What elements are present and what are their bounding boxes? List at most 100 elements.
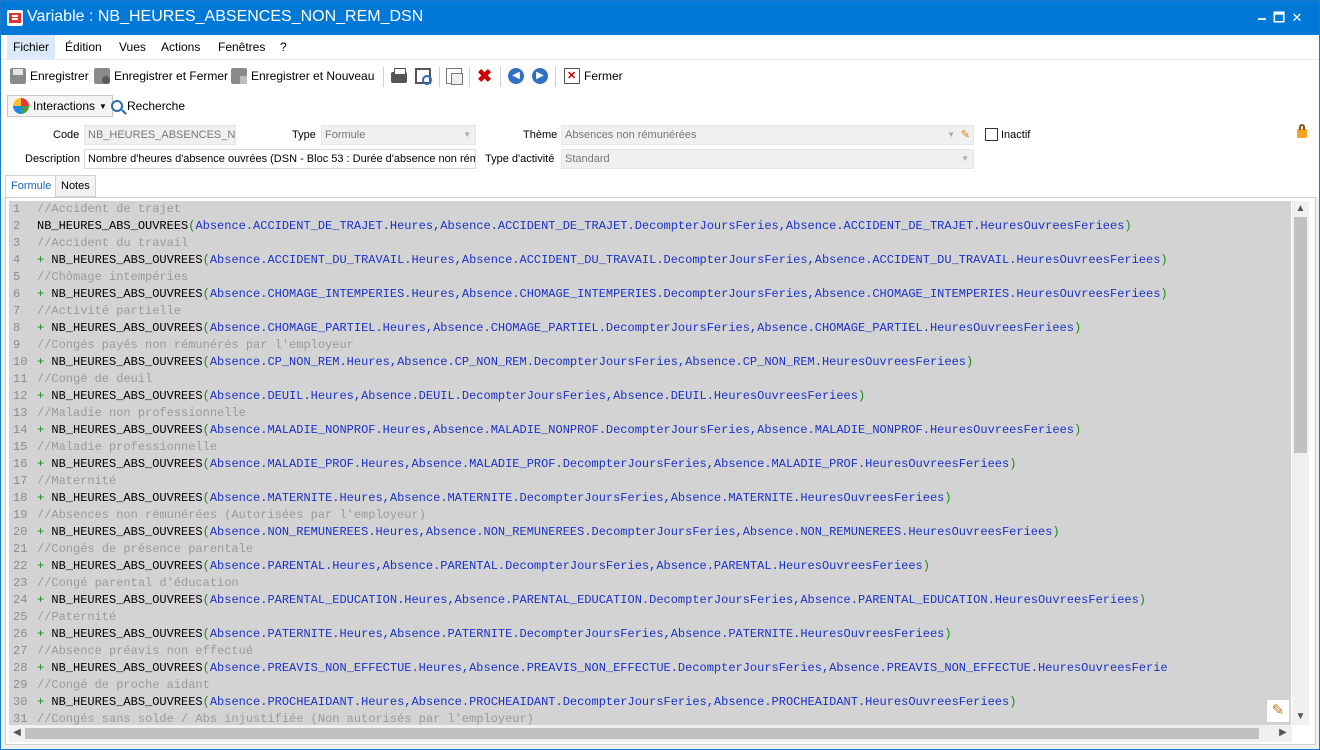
code-paren: ) — [922, 559, 930, 573]
previous-button[interactable]: ◀ — [508, 66, 524, 86]
code-arguments: Absence.MATERNITE.Heures,Absence.MATERNI… — [209, 491, 945, 505]
scroll-up-icon[interactable]: ▲ — [1292, 201, 1309, 217]
code-function: NB_HEURES_ABS_OUVREES — [51, 287, 203, 301]
search-icon — [111, 100, 123, 112]
close-label: Fermer — [584, 69, 623, 83]
save-new-button[interactable]: Enregistrer et Nouveau — [231, 66, 374, 86]
code-line: 5 //Chômage intempéries — [9, 269, 1291, 286]
save-close-button[interactable]: Enregistrer et Fermer — [94, 66, 228, 86]
code-line: 12 + NB_HEURES_ABS_OUVREES(Absence.DEUIL.… — [9, 388, 1291, 405]
close-window-button[interactable]: ✕ — [1288, 9, 1306, 27]
code-comment: //Congés sans solde / Abs injustifiée (N… — [37, 712, 534, 725]
code-operator: + — [37, 389, 52, 403]
code-comment: //Congés de présence parentale — [37, 542, 254, 556]
save-close-label: Enregistrer et Fermer — [114, 69, 229, 83]
code-function: NB_HEURES_ABS_OUVREES — [51, 661, 203, 675]
code-operator: + — [37, 695, 52, 709]
menu-vues[interactable]: Vues — [113, 35, 152, 59]
print-button[interactable] — [391, 66, 407, 86]
line-number: 20 — [13, 525, 28, 539]
menu-fichier[interactable]: Fichier — [7, 35, 56, 59]
code-comment: //Congé de deuil — [37, 372, 153, 386]
code-function: NB_HEURES_ABS_OUVREES — [37, 219, 189, 233]
search-label: Recherche — [127, 99, 186, 113]
menu-help[interactable]: ? — [274, 35, 293, 59]
scroll-left-icon[interactable]: ◀ — [9, 725, 25, 741]
theme-select[interactable]: Absences non rémunérées ▼ ✎ — [561, 125, 974, 145]
print-preview-button[interactable] — [415, 66, 432, 86]
activity-type-label: Type d'activité — [485, 153, 555, 165]
window-title: Variable : NB_HEURES_ABSENCES_NON_REM_DS… — [27, 8, 424, 25]
inactive-checkbox[interactable] — [985, 128, 998, 141]
code-field[interactable]: NB_HEURES_ABSENCES_NON_ — [84, 125, 236, 145]
next-button[interactable]: ▶ — [532, 66, 548, 86]
line-number: 24 — [13, 593, 28, 607]
type-select[interactable]: Formule ▼ — [321, 125, 476, 145]
interactions-button[interactable]: Interactions ▼ — [7, 95, 113, 117]
line-number: 10 — [13, 355, 28, 369]
code-arguments: Absence.ACCIDENT_DU_TRAVAIL.Heures,Absen… — [209, 253, 1161, 267]
minimize-button[interactable]: 🗕 — [1253, 9, 1271, 27]
menu-actions[interactable]: Actions — [155, 35, 206, 59]
line-number: 25 — [13, 610, 28, 624]
description-field[interactable]: Nombre d'heures d'absence ouvrées (DSN -… — [84, 149, 476, 169]
horizontal-scroll-thumb[interactable] — [25, 728, 1259, 739]
save-button[interactable]: Enregistrer — [10, 66, 89, 86]
search-button[interactable]: Recherche — [111, 95, 185, 117]
code-function: NB_HEURES_ABS_OUVREES — [51, 355, 203, 369]
formula-editor[interactable]: 1 //Accident de trajet 2 NB_HEURES_ABS_OUV… — [9, 201, 1291, 725]
code-line: 7 //Activité partielle — [9, 303, 1291, 320]
delete-icon: ✖ — [477, 66, 493, 86]
copy-button[interactable] — [446, 66, 463, 86]
save-close-icon — [94, 68, 110, 84]
print-icon — [391, 68, 407, 83]
code-paren: ( — [202, 661, 210, 675]
code-function: NB_HEURES_ABS_OUVREES — [51, 525, 203, 539]
tab-notes[interactable]: Notes — [55, 175, 96, 197]
edit-icon[interactable]: ✎ — [961, 126, 970, 144]
code-line: 2 NB_HEURES_ABS_OUVREES(Absence.ACCIDENT_… — [9, 218, 1291, 235]
code-comment: //Congé de proche aidant — [37, 678, 210, 692]
code-paren: ( — [202, 525, 210, 539]
code-arguments: Absence.CHOMAGE_INTEMPERIES.Heures,Absen… — [209, 287, 1161, 301]
close-button[interactable]: Fermer — [564, 66, 623, 86]
code-line: 6 + NB_HEURES_ABS_OUVREES(Absence.CHOMAGE… — [9, 286, 1291, 303]
line-number: 22 — [13, 559, 28, 573]
edit-formula-button[interactable]: ✎ — [1266, 699, 1290, 723]
code-function: NB_HEURES_ABS_OUVREES — [51, 559, 203, 573]
tab-formule[interactable]: Formule — [5, 175, 58, 197]
code-operator: + — [37, 423, 52, 437]
code-line: 24 + NB_HEURES_ABS_OUVREES(Absence.PARENT… — [9, 592, 1291, 609]
delete-button[interactable]: ✖ — [477, 66, 493, 86]
activity-type-select[interactable]: Standard ▼ — [561, 149, 974, 169]
scroll-right-icon[interactable]: ▶ — [1275, 725, 1291, 741]
line-number: 28 — [13, 661, 28, 675]
save-label: Enregistrer — [30, 69, 89, 83]
maximize-button[interactable]: 🗖 — [1270, 9, 1288, 27]
code-line: 22 + NB_HEURES_ABS_OUVREES(Absence.PARENT… — [9, 558, 1291, 575]
line-number: 4 — [13, 253, 21, 267]
code-paren: ( — [202, 559, 210, 573]
scroll-down-icon[interactable]: ▼ — [1292, 709, 1309, 725]
menu-fenetres[interactable]: Fenêtres — [212, 35, 271, 59]
code-line: 13 //Maladie non professionnelle — [9, 405, 1291, 422]
vertical-scroll-thumb[interactable] — [1294, 217, 1307, 453]
line-number: 11 — [13, 372, 28, 386]
code-operator: + — [37, 321, 52, 335]
description-label: Description — [25, 153, 81, 165]
variable-form: Code NB_HEURES_ABSENCES_NON_ Type Formul… — [1, 121, 1319, 175]
code-function: NB_HEURES_ABS_OUVREES — [51, 457, 203, 471]
app-icon[interactable] — [7, 10, 23, 26]
code-paren: ( — [202, 321, 210, 335]
code-paren: ( — [202, 253, 210, 267]
type-label: Type — [292, 129, 316, 141]
previous-icon: ◀ — [508, 68, 524, 84]
code-arguments: Absence.MALADIE_PROF.Heures,Absence.MALA… — [209, 457, 1010, 471]
line-number: 29 — [13, 678, 28, 692]
action-bar: Interactions ▼ Recherche — [1, 91, 1319, 121]
menu-edition[interactable]: Édition — [59, 35, 108, 59]
code-paren: ) — [1160, 253, 1168, 267]
line-number: 21 — [13, 542, 28, 556]
vertical-scrollbar[interactable]: ▲ ▼ — [1292, 201, 1309, 725]
horizontal-scrollbar[interactable]: ◀ ▶ — [9, 725, 1292, 742]
